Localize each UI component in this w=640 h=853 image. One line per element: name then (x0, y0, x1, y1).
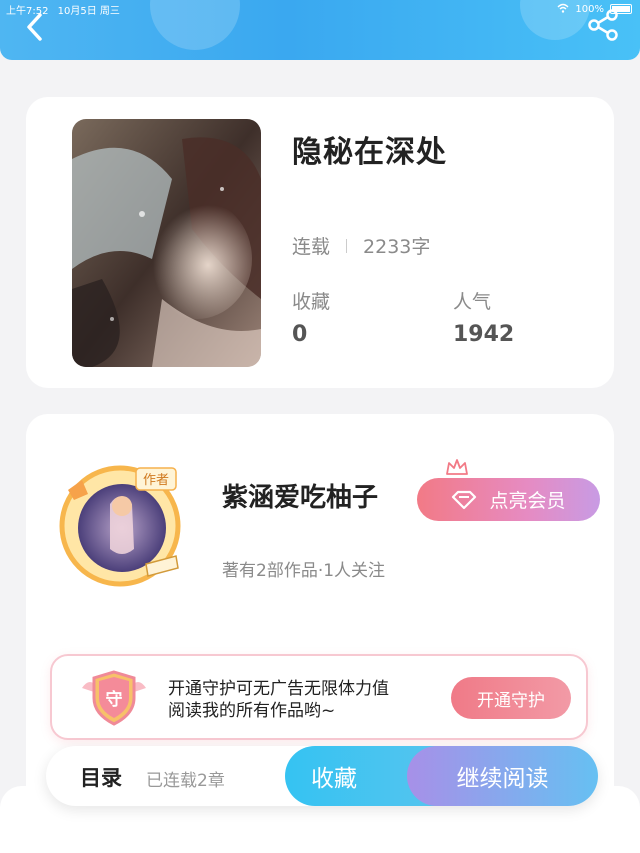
open-guard-button[interactable]: 开通守护 (451, 677, 571, 719)
book-info-card: 隐秘在深处 连载 2233字 收藏 0 人气 1942 (26, 97, 614, 388)
wifi-icon (557, 3, 569, 16)
add-favorite-label: 收藏 (311, 766, 357, 792)
author-name[interactable]: 紫涵爱吃柚子 (222, 477, 378, 514)
vip-button[interactable]: 点亮会员 (417, 478, 600, 521)
author-badge: 作者 (143, 473, 169, 488)
popularity-stat: 人气 1942 (453, 287, 514, 347)
top-nav-bar: 上午7:52 10月5日 周三 100% (0, 0, 640, 60)
vip-button-label: 点亮会员 (489, 490, 566, 512)
share-icon (588, 9, 618, 41)
status-date: 10月5日 周三 (57, 5, 120, 17)
guard-badge: 守 (106, 689, 123, 710)
diamond-icon (452, 490, 477, 509)
favorites-value: 0 (292, 322, 308, 347)
book-meta: 连载 2233字 (292, 232, 430, 259)
status-bar: 上午7:52 10月5日 周三 100% (6, 2, 632, 17)
bottom-action-bar: 目录 已连载2章 收藏 继续阅读 (46, 746, 598, 806)
popularity-value: 1942 (453, 322, 515, 347)
continue-reading-button[interactable]: 继续阅读 (407, 746, 598, 806)
favorites-stat: 收藏 0 (292, 287, 330, 347)
crown-icon (445, 458, 469, 480)
chapter-count: 已连载2章 (146, 771, 225, 791)
guard-text-line1: 开通守护可无广告无限体力值 (168, 679, 389, 699)
guard-description: 开通守护可无广告无限体力值 阅读我的所有作品哟~ (168, 678, 389, 722)
table-of-contents-button[interactable]: 目录 (80, 762, 122, 792)
guard-shield-icon: 守 (76, 666, 152, 732)
meta-divider (346, 238, 348, 253)
word-count: 2233字 (363, 236, 431, 258)
guard-banner: 守 开通守护可无广告无限体力值 阅读我的所有作品哟~ 开通守护 (50, 654, 588, 740)
continue-reading-label: 继续阅读 (456, 766, 549, 792)
book-title: 隐秘在深处 (292, 135, 447, 170)
share-button[interactable] (586, 8, 620, 42)
back-button[interactable] (20, 10, 50, 44)
author-avatar[interactable]: 作者 (50, 454, 190, 594)
chevron-left-icon (27, 13, 42, 41)
guard-text-line2: 阅读我的所有作品哟~ (168, 701, 336, 721)
serial-status: 连载 (292, 236, 331, 258)
popularity-label: 人气 (453, 291, 492, 313)
book-cover-image[interactable] (72, 119, 261, 367)
favorites-label: 收藏 (292, 291, 331, 313)
author-summary: 著有2部作品·1人关注 (222, 561, 386, 581)
